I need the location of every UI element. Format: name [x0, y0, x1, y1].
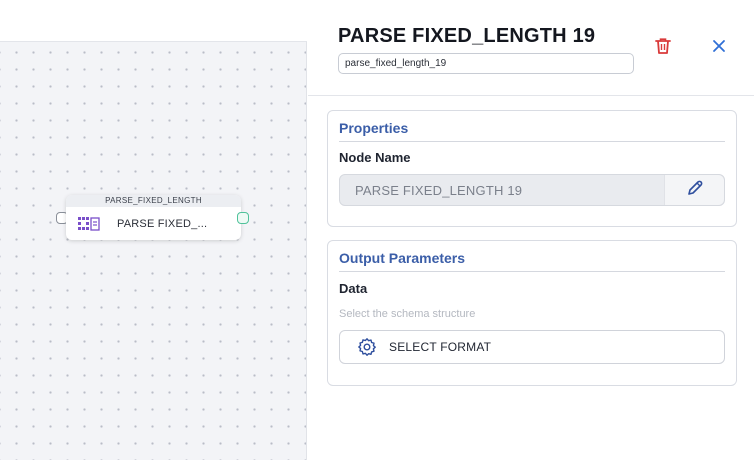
- canvas-toolbar: [0, 0, 307, 42]
- node-type-label: PARSE_FIXED_LENGTH: [66, 195, 241, 207]
- node-settings-panel: PARSE FIXED_LENGTH 19 parse_fixed_length…: [308, 0, 754, 460]
- section-divider: [339, 271, 725, 272]
- flow-node[interactable]: PARSE_FIXED_LENGTH PARSE FIXED_...: [66, 195, 241, 240]
- properties-section: Properties Node Name PARSE FIXED_LENGTH …: [327, 110, 737, 227]
- properties-title: Properties: [339, 120, 409, 136]
- node-output-port[interactable]: [237, 212, 249, 224]
- node-name-label: PARSE FIXED_...: [117, 217, 208, 230]
- panel-header: PARSE FIXED_LENGTH 19 parse_fixed_length…: [308, 0, 754, 96]
- edit-node-name-button[interactable]: [664, 175, 724, 205]
- parser-grid-icon: [78, 216, 100, 232]
- close-icon: [711, 38, 727, 59]
- panel-title: PARSE FIXED_LENGTH 19: [338, 25, 596, 47]
- data-field-label: Data: [339, 281, 368, 296]
- pencil-icon: [686, 179, 704, 202]
- node-id-field[interactable]: parse_fixed_length_19: [338, 53, 634, 74]
- select-format-label: SELECT FORMAT: [389, 340, 492, 354]
- select-format-button[interactable]: SELECT FORMAT: [339, 330, 725, 364]
- gear-icon: [357, 337, 377, 357]
- trash-icon: [653, 36, 673, 61]
- output-parameters-title: Output Parameters: [339, 250, 466, 266]
- section-divider: [339, 141, 725, 142]
- node-name-value: PARSE FIXED_LENGTH 19: [355, 183, 523, 198]
- delete-button[interactable]: [652, 37, 674, 59]
- output-parameters-section: Output Parameters Data Select the schema…: [327, 240, 737, 386]
- node-name-field-label: Node Name: [339, 150, 411, 165]
- flow-canvas[interactable]: PARSE_FIXED_LENGTH PARSE FIXED_...: [0, 0, 307, 460]
- close-button[interactable]: [708, 37, 730, 59]
- node-name-input: PARSE FIXED_LENGTH 19: [339, 174, 725, 206]
- schema-hint: Select the schema structure: [339, 308, 476, 320]
